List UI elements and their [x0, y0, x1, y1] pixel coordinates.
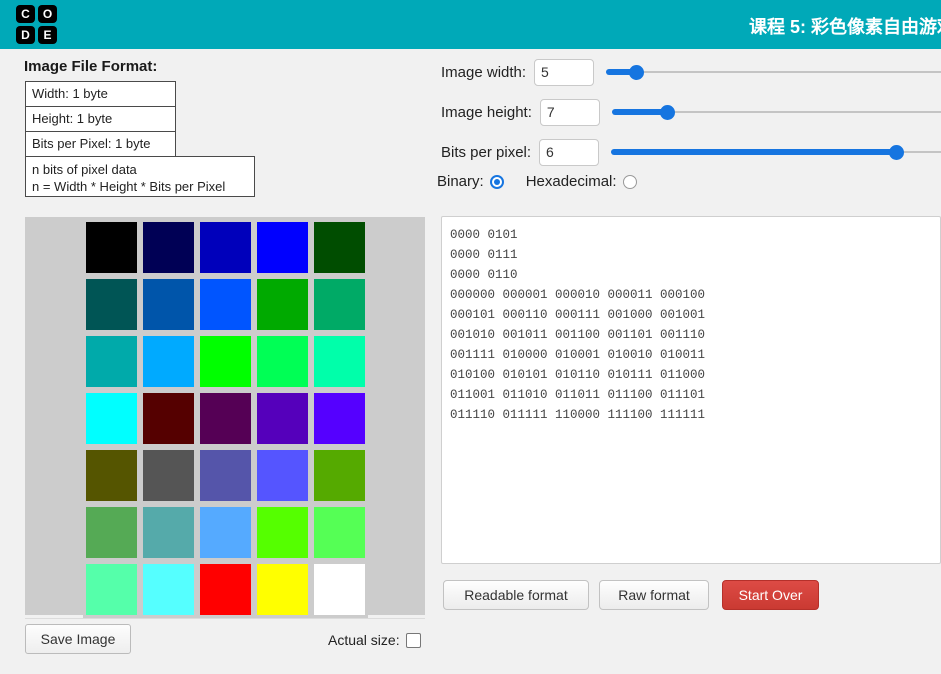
pixel-cell[interactable]	[83, 561, 140, 618]
pixel-cell[interactable]	[83, 504, 140, 561]
bits-per-pixel-input[interactable]	[539, 138, 600, 166]
bits-per-pixel-label: Bits per pixel:	[441, 143, 532, 161]
actual-size-checkbox[interactable]	[405, 632, 421, 648]
pixel-cell[interactable]	[83, 390, 140, 447]
code-org-logo[interactable]: C O D E	[16, 5, 58, 44]
app-root: C O D E 课程 5: 彩色像素自由游戏 Image File Format…	[0, 0, 941, 674]
pixel-cell[interactable]	[83, 219, 140, 276]
pixel-cell[interactable]	[311, 276, 368, 333]
pixel-cell[interactable]	[83, 333, 140, 390]
slider-fill	[611, 109, 667, 115]
pixel-cell[interactable]	[311, 333, 368, 390]
slider-track	[606, 71, 941, 73]
save-image-button[interactable]: Save Image	[25, 624, 131, 654]
pixel-cell[interactable]	[197, 447, 254, 504]
pixel-cell[interactable]	[311, 561, 368, 618]
canvas-divider	[25, 618, 425, 619]
pixel-cell[interactable]	[140, 333, 197, 390]
pixel-cell[interactable]	[140, 561, 197, 618]
pixel-cell[interactable]	[83, 276, 140, 333]
image-height-slider[interactable]	[611, 103, 941, 121]
image-width-control: Image width:	[441, 56, 941, 88]
pixel-grid[interactable]	[83, 219, 368, 618]
pixel-cell[interactable]	[140, 390, 197, 447]
slider-fill	[611, 149, 897, 155]
pixel-cell[interactable]	[254, 333, 311, 390]
image-height-input[interactable]	[539, 98, 600, 126]
image-height-control: Image height:	[441, 96, 941, 128]
pixel-cell[interactable]	[197, 390, 254, 447]
image-file-format-heading: Image File Format:	[24, 58, 158, 75]
logo-letter-c: C	[16, 5, 35, 23]
pixel-cell[interactable]	[311, 504, 368, 561]
slider-knob[interactable]	[659, 105, 675, 120]
image-width-input[interactable]	[534, 58, 595, 86]
format-row-bits-per-pixel: Bits per Pixel: 1 byte	[25, 131, 176, 156]
image-width-label: Image width:	[441, 63, 527, 81]
binary-radio[interactable]	[489, 174, 504, 189]
pixel-cell[interactable]	[197, 276, 254, 333]
pixel-cell[interactable]	[140, 447, 197, 504]
hexadecimal-radio[interactable]	[622, 174, 637, 189]
format-row-pixel-data: n bits of pixel data n = Width * Height …	[25, 156, 255, 197]
pixel-data-line-1: n bits of pixel data	[32, 162, 137, 177]
pixel-cell[interactable]	[140, 276, 197, 333]
binary-label: Binary:	[437, 173, 484, 190]
start-over-button[interactable]: Start Over	[722, 580, 819, 610]
actual-size-control[interactable]: Actual size:	[328, 632, 421, 648]
app-header: C O D E 课程 5: 彩色像素自由游戏	[0, 0, 941, 49]
pixel-cell[interactable]	[311, 390, 368, 447]
pixel-cell[interactable]	[311, 447, 368, 504]
pixel-data-textarea[interactable]: 0000 0101 0000 0111 0000 0110 000000 000…	[441, 216, 941, 564]
bits-per-pixel-slider[interactable]	[611, 143, 941, 161]
pixel-cell[interactable]	[254, 447, 311, 504]
encoding-radio-group: Binary: Hexadecimal:	[437, 173, 637, 190]
slider-knob[interactable]	[889, 145, 905, 160]
format-row-width: Width: 1 byte	[25, 81, 176, 106]
image-file-format-table: Width: 1 byte Height: 1 byte Bits per Pi…	[25, 81, 255, 197]
pixel-cell[interactable]	[197, 504, 254, 561]
raw-format-button[interactable]: Raw format	[599, 580, 709, 610]
pixel-cell[interactable]	[311, 219, 368, 276]
format-row-height: Height: 1 byte	[25, 106, 176, 131]
actual-size-label: Actual size:	[328, 632, 400, 648]
pixel-cell[interactable]	[254, 276, 311, 333]
image-width-slider[interactable]	[606, 63, 941, 81]
pixel-cell[interactable]	[140, 219, 197, 276]
logo-letter-d: D	[16, 26, 35, 44]
pixel-cell[interactable]	[83, 447, 140, 504]
slider-knob[interactable]	[629, 65, 645, 80]
pixel-data-line-2: n = Width * Height * Bits per Pixel	[32, 179, 226, 194]
pixel-cell[interactable]	[197, 219, 254, 276]
bits-per-pixel-control: Bits per pixel:	[441, 136, 941, 168]
hexadecimal-label: Hexadecimal:	[525, 173, 617, 190]
image-height-label: Image height:	[441, 103, 532, 121]
pixel-cell[interactable]	[254, 504, 311, 561]
course-title: 课程 5: 彩色像素自由游戏	[748, 17, 941, 37]
pixel-cell[interactable]	[197, 561, 254, 618]
pixel-image-canvas[interactable]	[25, 217, 425, 618]
pixel-cell[interactable]	[140, 504, 197, 561]
pixel-cell[interactable]	[197, 333, 254, 390]
readable-format-button[interactable]: Readable format	[443, 580, 589, 610]
pixel-cell[interactable]	[254, 390, 311, 447]
pixel-cell[interactable]	[254, 561, 311, 618]
logo-letter-o: O	[38, 5, 57, 23]
logo-letter-e: E	[38, 26, 57, 44]
pixel-cell[interactable]	[254, 219, 311, 276]
